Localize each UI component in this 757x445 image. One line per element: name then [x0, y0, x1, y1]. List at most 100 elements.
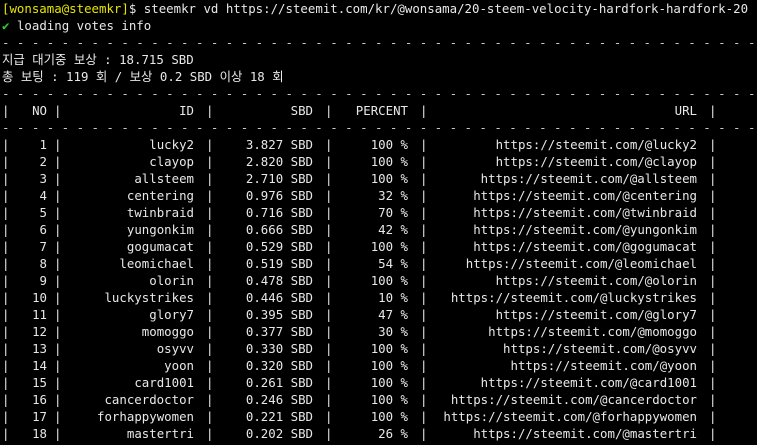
- table-border: |: [420, 256, 428, 271]
- cell-url[interactable]: https://steemit.com/@twinbraid: [427, 204, 697, 221]
- table-border: |: [420, 324, 428, 339]
- cell-url[interactable]: https://steemit.com/@luckystrikes: [427, 289, 697, 306]
- cell-sbd: 0.478 SBD: [245, 273, 313, 288]
- cell-url[interactable]: https://steemit.com/@momoggo: [427, 323, 697, 340]
- table-border: |: [709, 154, 717, 169]
- table-border: |: [206, 409, 214, 424]
- table-border: |: [2, 341, 10, 356]
- table-border: |: [206, 426, 214, 441]
- table-border: |: [420, 358, 428, 373]
- cell-url[interactable]: https://steemit.com/@osyvv: [427, 340, 697, 357]
- cell-url[interactable]: https://steemit.com/@glory7: [427, 306, 697, 323]
- table-row: | 7 | gogumacat | 0.529 SBD | 100 % | https://ste…: [2, 238, 755, 255]
- table-border: |: [325, 205, 333, 220]
- cell-sbd: 2.710 SBD: [245, 171, 313, 186]
- table-border: |: [206, 103, 214, 118]
- table-border: |: [325, 239, 333, 254]
- cell-percent: 70 %: [378, 205, 408, 220]
- table-border: |: [2, 358, 10, 373]
- table-row: | 12 | momoggo | 0.377 SBD | 30 % | https://steem…: [2, 323, 755, 340]
- table-border: |: [420, 103, 428, 118]
- table-border: |: [54, 171, 62, 186]
- table-border: |: [325, 375, 333, 390]
- cell-sbd: 0.976 SBD: [245, 188, 313, 203]
- table-border: |: [325, 273, 333, 288]
- table-border: |: [54, 341, 62, 356]
- cell-url[interactable]: https://steemit.com/@lucky2: [427, 136, 697, 153]
- cell-percent: 26 %: [378, 426, 408, 441]
- header-sbd: SBD: [290, 103, 313, 118]
- table-border: |: [2, 426, 10, 441]
- cell-sbd: 2.820 SBD: [245, 154, 313, 169]
- cell-url[interactable]: https://steemit.com/@yoon: [427, 357, 698, 374]
- cell-percent: 100 %: [370, 392, 408, 407]
- table-border: |: [325, 358, 333, 373]
- table-border: |: [206, 222, 214, 237]
- table-border: |: [325, 188, 333, 203]
- table-border: |: [2, 222, 10, 237]
- table-border: |: [2, 154, 10, 169]
- table-border: |: [54, 392, 62, 407]
- table-border: |: [325, 307, 333, 322]
- cell-url[interactable]: https://steemit.com/@cancerdoctor: [427, 391, 697, 408]
- cell-percent: 100 %: [370, 239, 408, 254]
- table-border: |: [206, 171, 214, 186]
- table-border: |: [709, 358, 717, 373]
- cell-url[interactable]: https://steemit.com/@allsteem: [427, 170, 697, 187]
- cell-sbd: 0.395 SBD: [245, 307, 313, 322]
- cell-id: glory7: [149, 307, 194, 322]
- cell-id: luckystrikes: [104, 290, 194, 305]
- cell-sbd: 0.261 SBD: [245, 375, 313, 390]
- cell-percent: 100 %: [370, 358, 408, 373]
- table-border: |: [206, 324, 214, 339]
- cell-no: 14: [32, 358, 47, 373]
- cell-id: yungonkim: [126, 222, 194, 237]
- cell-percent: 100 %: [370, 273, 408, 288]
- cell-no: 3: [39, 171, 47, 186]
- table-row: | 4 | centering | 0.976 SBD | 32 % | https://stee…: [2, 187, 755, 204]
- cell-id: allsteem: [134, 171, 194, 186]
- cell-sbd: 0.446 SBD: [245, 290, 313, 305]
- table-border: |: [54, 137, 62, 152]
- terminal-window[interactable]: [wonsama@steemkr]$ steemkr vd https://st…: [2, 0, 755, 445]
- cell-no: 7: [39, 239, 47, 254]
- cell-url[interactable]: https://steemit.com/@forhappywomen: [427, 408, 697, 425]
- table-border: |: [709, 273, 717, 288]
- table-row: | 5 | twinbraid | 0.716 SBD | 70 % | https://stee…: [2, 204, 755, 221]
- status-line: ✔ loading votes info: [2, 17, 755, 34]
- cell-url[interactable]: https://steemit.com/@mastertri: [427, 425, 697, 442]
- checkmark-icon: ✔: [2, 18, 10, 33]
- cell-no: 4: [39, 188, 47, 203]
- cell-url[interactable]: https://steemit.com/@clayop: [427, 153, 697, 170]
- table-border: |: [54, 307, 62, 322]
- table-border: |: [709, 188, 717, 203]
- table-border: |: [325, 222, 333, 237]
- cell-sbd: 0.202 SBD: [245, 426, 313, 441]
- cell-url[interactable]: https://steemit.com/@yungonkim: [427, 221, 697, 238]
- table-row: | 13 | osyvv | 0.330 SBD | 100 % | https://steemi…: [2, 340, 755, 357]
- table-border: |: [709, 256, 717, 271]
- table-border: |: [54, 188, 62, 203]
- table-border: |: [54, 324, 62, 339]
- table-border: |: [2, 324, 10, 339]
- cell-percent: 42 %: [378, 222, 408, 237]
- cell-url[interactable]: https://steemit.com/@gogumacat: [427, 238, 697, 255]
- table-border: |: [325, 154, 333, 169]
- table-body: | 1 | lucky2 | 3.827 SBD | 100 % | https://steemi…: [2, 136, 755, 442]
- cell-url[interactable]: https://steemit.com/@leomichael: [427, 255, 697, 272]
- table-border: |: [709, 103, 717, 118]
- table-border: |: [420, 205, 428, 220]
- table-border: |: [325, 392, 333, 407]
- cell-url[interactable]: https://steemit.com/@centering: [427, 187, 697, 204]
- table-border: |: [206, 188, 214, 203]
- cell-url[interactable]: https://steemit.com/@card1001: [427, 374, 697, 391]
- cell-url[interactable]: https://steemit.com/@olorin: [427, 272, 697, 289]
- cell-id: forhappywomen: [97, 409, 194, 424]
- cell-no: 16: [32, 392, 47, 407]
- cell-id: gogumacat: [126, 239, 194, 254]
- table-header: | NO | ID | SBD | PERCENT | URL |: [2, 102, 755, 119]
- cell-sbd: 0.519 SBD: [245, 256, 313, 271]
- table-border: |: [2, 188, 10, 203]
- table-row: | 3 | allsteem | 2.710 SBD | 100 % | https://stee…: [2, 170, 755, 187]
- table-border: |: [325, 171, 333, 186]
